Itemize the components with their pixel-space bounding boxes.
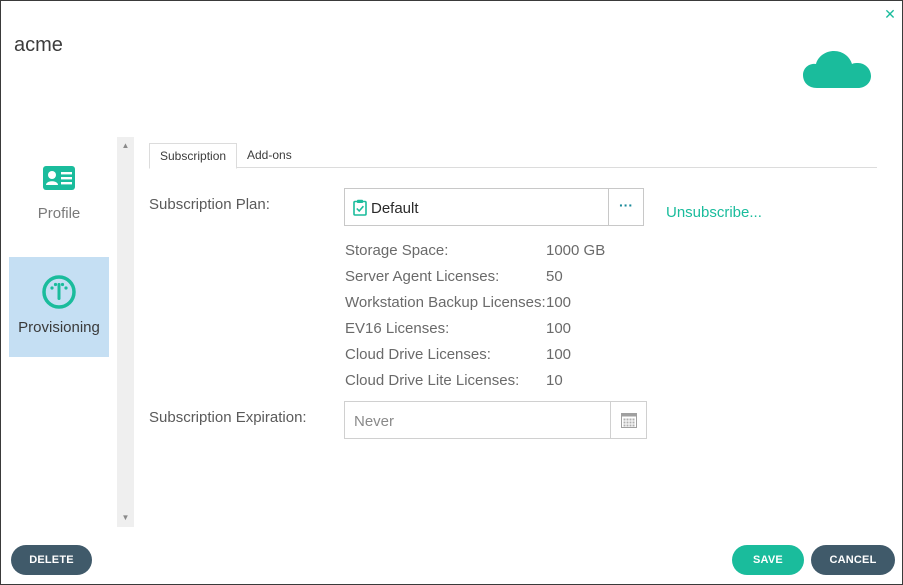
sidebar-scrollbar[interactable]: ▲ ▼: [117, 137, 134, 527]
unsubscribe-link[interactable]: Unsubscribe...: [666, 204, 762, 221]
subscription-expiration-value: Never: [354, 413, 395, 430]
calendar-button[interactable]: [610, 402, 646, 438]
sidebar-item-label: Profile: [37, 205, 81, 222]
tab-add-ons[interactable]: Add-ons: [237, 143, 302, 168]
storage-space-value: 1000 GB: [546, 242, 606, 259]
cloud-drive-lite-licenses-label: Cloud Drive Lite Licenses:: [345, 372, 520, 389]
tab-subscription[interactable]: Subscription: [149, 143, 238, 169]
tab-bar: Subscription Add-ons: [149, 143, 877, 169]
subscription-plan-label: Subscription Plan:: [149, 196, 270, 213]
sidebar: Profile Provisioning: [1, 137, 117, 527]
clipboard-check-icon: [353, 199, 367, 216]
ev16-licenses-value: 100: [546, 320, 572, 337]
server-agent-licenses-value: 50: [546, 268, 563, 285]
storage-space-label: Storage Space:: [345, 242, 449, 259]
cloud-icon: [803, 51, 871, 88]
server-agent-licenses-label: Server Agent Licenses:: [345, 268, 500, 285]
gauge-icon: [42, 275, 76, 309]
subscription-expiration-field[interactable]: Never: [344, 401, 647, 439]
subscription-expiration-label: Subscription Expiration:: [149, 409, 307, 426]
subscription-plan-value: Default: [371, 200, 419, 217]
scroll-up-icon[interactable]: ▲: [117, 139, 134, 153]
subscription-plan-field[interactable]: Default ···: [344, 188, 644, 226]
dialog-title: acme: [14, 34, 63, 56]
more-options-button[interactable]: ···: [608, 189, 643, 225]
cloud-drive-licenses-label: Cloud Drive Licenses:: [345, 346, 491, 363]
workstation-backup-licenses-label: Workstation Backup Licenses:: [345, 294, 546, 311]
tenant-dialog: ✕ acme Profile Provisioning ▲ ▼ Subscrip…: [0, 0, 903, 585]
cloud-drive-licenses-value: 100: [546, 346, 572, 363]
calendar-icon: [621, 413, 637, 428]
ev16-licenses-label: EV16 Licenses:: [345, 320, 450, 337]
sidebar-item-label: Provisioning: [18, 319, 100, 336]
save-button[interactable]: SAVE: [732, 545, 804, 575]
contact-card-icon: [43, 166, 75, 190]
delete-button[interactable]: DELETE: [11, 545, 92, 575]
sidebar-item-profile[interactable]: Profile: [9, 155, 109, 255]
cloud-drive-lite-licenses-value: 10: [546, 372, 563, 389]
sidebar-item-provisioning[interactable]: Provisioning: [9, 257, 109, 357]
cancel-button[interactable]: CANCEL: [811, 545, 895, 575]
close-icon[interactable]: ✕: [884, 7, 896, 21]
scroll-down-icon[interactable]: ▼: [117, 511, 134, 525]
workstation-backup-licenses-value: 100: [546, 294, 572, 311]
